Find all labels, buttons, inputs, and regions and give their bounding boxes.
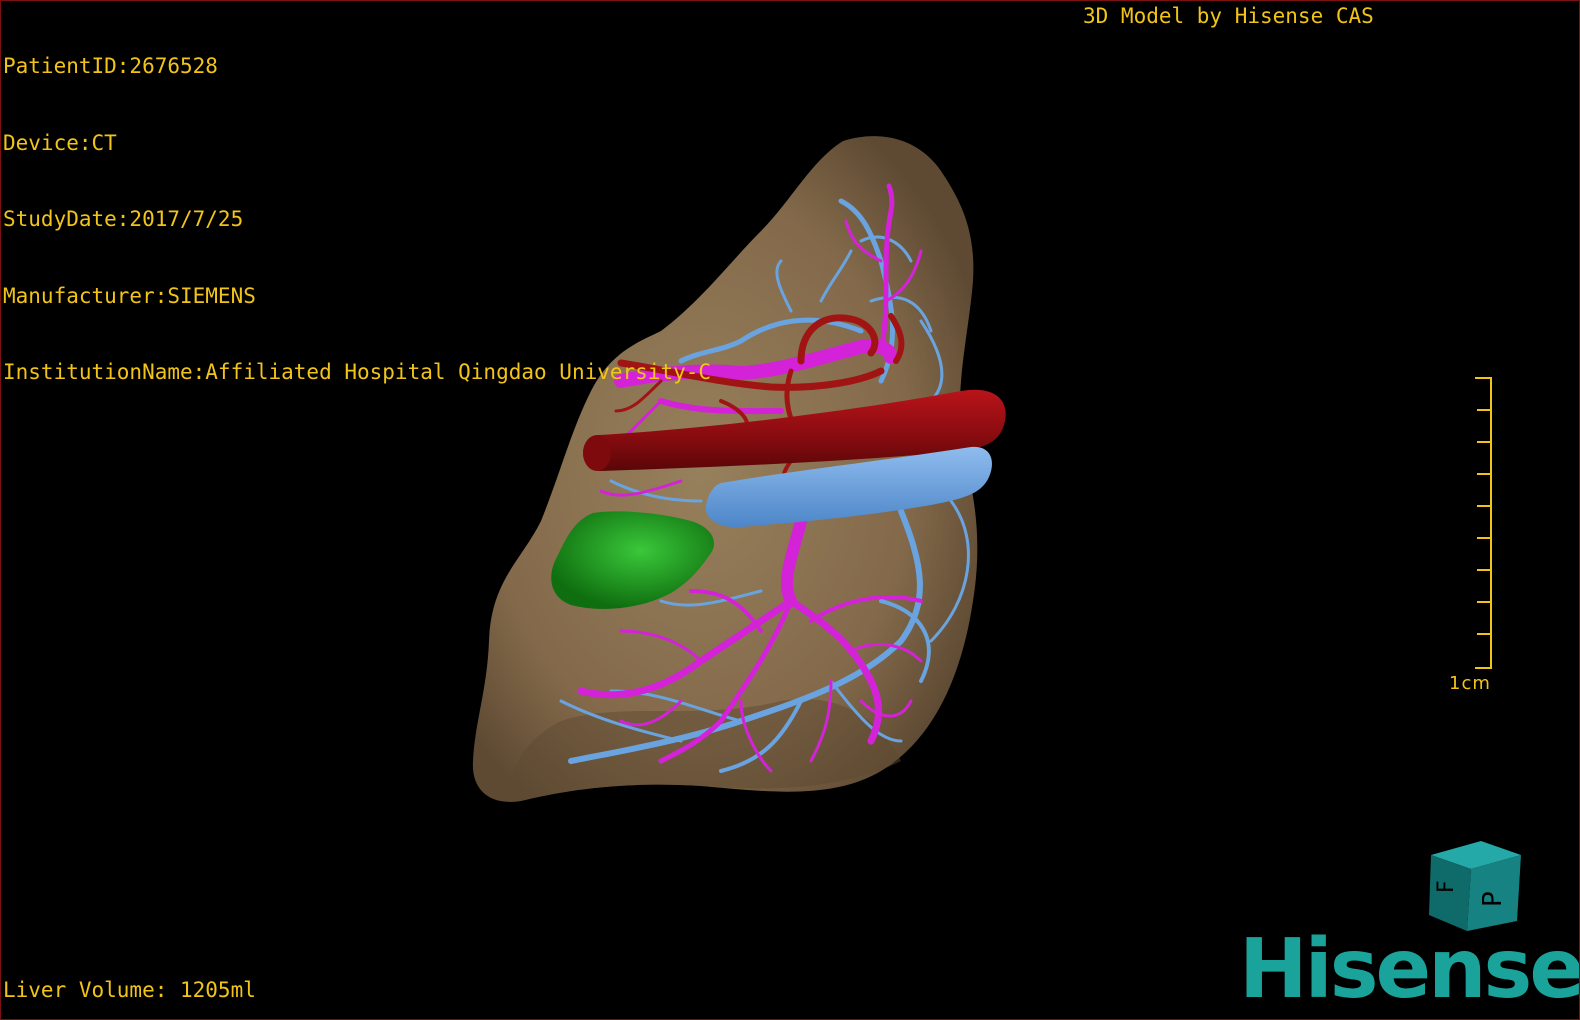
main-vessel-end [583, 435, 611, 471]
orientation-cube-face-front: P [1478, 891, 1508, 907]
hisense-logo: Hisense [1239, 922, 1580, 1017]
patient-info-overlay: PatientID:2676528 Device:CT StudyDate:20… [3, 3, 711, 437]
study-date: StudyDate:2017/7/25 [3, 207, 244, 231]
scale-bar-label: 1cm [1449, 673, 1491, 694]
liver-volume: Liver Volume: 1205ml [3, 978, 256, 1002]
manufacturer: Manufacturer:SIEMENS [3, 283, 256, 308]
model-credit: 3D Model by Hisense CAS [1083, 4, 1374, 28]
scale-bar [1475, 377, 1492, 669]
3d-viewport[interactable]: PatientID:2676528 Device:CT StudyDate:20… [0, 0, 1580, 1020]
orientation-cube-face-side: F [1434, 880, 1459, 893]
device: Device:CT [3, 130, 117, 155]
patient-id: PatientID:2676528 [3, 54, 218, 78]
institution-name: InstitutionName:Affiliated Hospital Qing… [3, 360, 712, 384]
